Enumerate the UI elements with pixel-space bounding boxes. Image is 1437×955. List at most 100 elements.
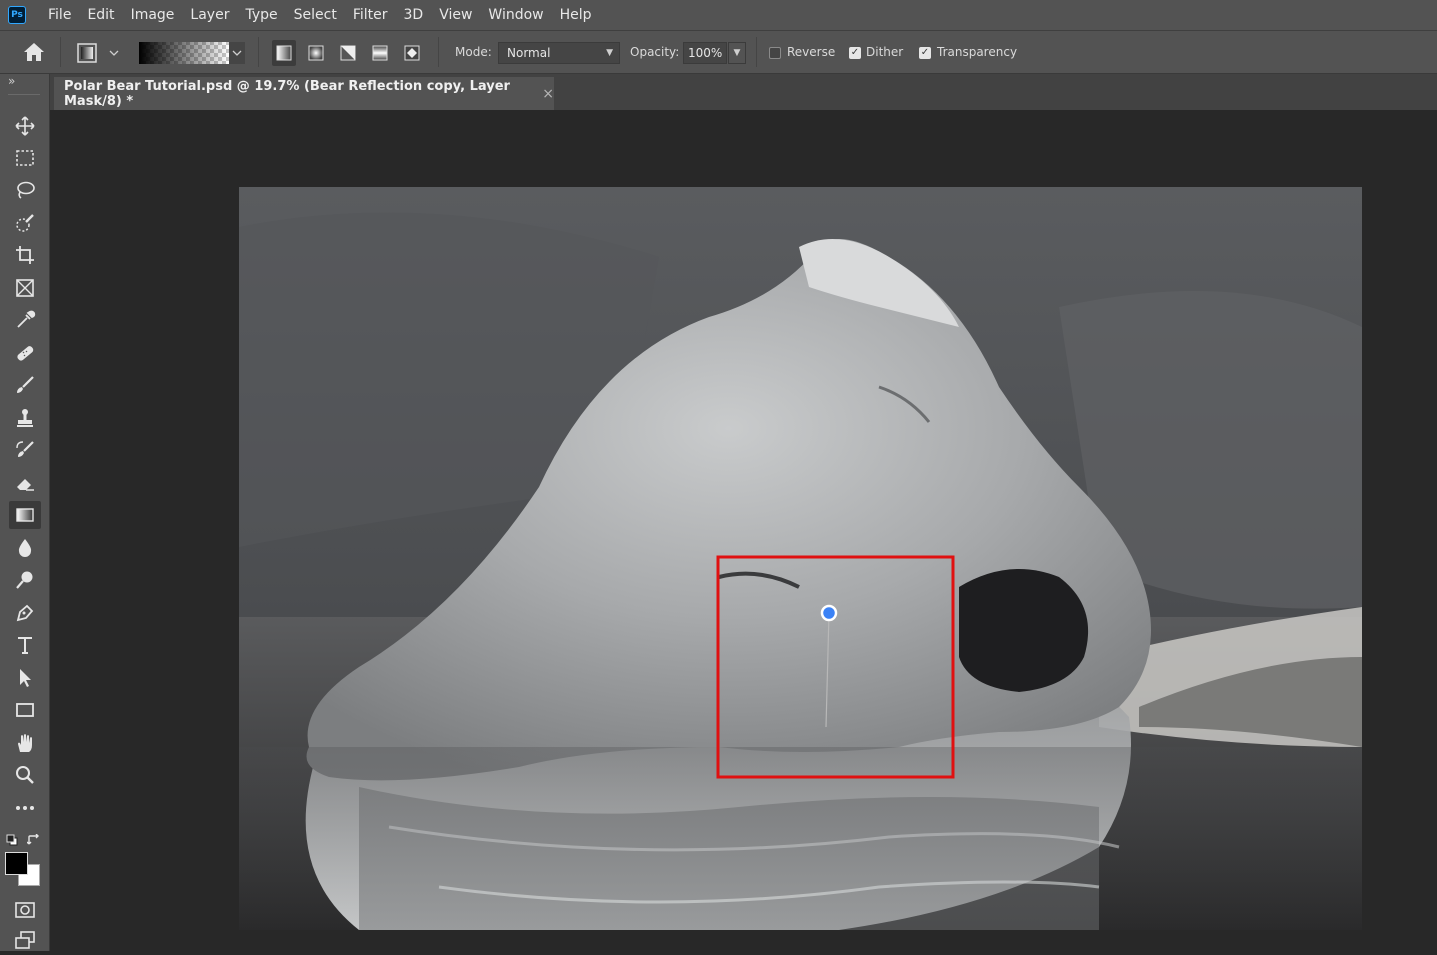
zoom-icon xyxy=(16,766,34,784)
menu-select[interactable]: Select xyxy=(286,0,345,30)
type-tool[interactable] xyxy=(9,631,41,659)
menu-bar: Ps File Edit Image Layer Type Select Fil… xyxy=(0,0,1437,30)
document-tab-bar: Polar Bear Tutorial.psd @ 19.7% (Bear Re… xyxy=(50,74,1437,110)
eraser-tool[interactable] xyxy=(9,469,41,497)
path-selection-icon xyxy=(20,669,31,687)
menu-layer[interactable]: Layer xyxy=(182,0,237,30)
healing-brush-tool[interactable] xyxy=(9,339,41,367)
photoshop-logo: Ps xyxy=(8,6,26,24)
opacity-label: Opacity: xyxy=(630,45,680,59)
mode-select[interactable]: Normal ▼ xyxy=(498,42,620,64)
menu-filter[interactable]: Filter xyxy=(345,0,396,30)
default-colors-icon xyxy=(6,834,18,846)
chevron-down-icon: ▼ xyxy=(733,48,741,58)
quick-selection-tool[interactable] xyxy=(9,209,41,237)
reflected-gradient-button[interactable] xyxy=(368,40,392,66)
checkmark-icon: ✓ xyxy=(920,47,930,58)
default-colors-button[interactable] xyxy=(6,831,18,846)
crop-icon xyxy=(16,246,34,264)
options-bar: Mode: Normal ▼ Opacity: 100% ▼ Reverse ✓ … xyxy=(0,30,1437,74)
home-button[interactable] xyxy=(22,41,48,65)
dither-label: Dither xyxy=(866,45,904,59)
transparency-checkbox[interactable]: ✓ xyxy=(919,47,931,59)
dither-checkbox[interactable]: ✓ xyxy=(849,47,861,59)
gradient-tool[interactable] xyxy=(9,501,41,529)
lasso-tool[interactable] xyxy=(9,176,41,204)
checkmark-icon: ✓ xyxy=(850,47,860,58)
diamond-gradient-icon xyxy=(404,45,420,61)
menu-view[interactable]: View xyxy=(431,0,480,30)
tools-panel: » xyxy=(0,74,50,951)
mode-label: Mode: xyxy=(455,45,492,59)
foreground-color-swatch[interactable] xyxy=(5,852,28,875)
foreground-color-fill xyxy=(6,853,27,874)
reverse-label: Reverse xyxy=(787,45,836,59)
menu-3d[interactable]: 3D xyxy=(396,0,432,30)
history-brush-tool[interactable] xyxy=(9,436,41,464)
dodge-tool[interactable] xyxy=(9,566,41,594)
reverse-checkbox[interactable] xyxy=(769,47,781,59)
panel-grip xyxy=(8,94,40,95)
linear-gradient-icon xyxy=(276,45,292,61)
history-brush-icon xyxy=(16,441,34,457)
gradient-start-handle[interactable] xyxy=(820,604,838,622)
screen-mode-icon xyxy=(15,931,35,949)
quick-selection-icon xyxy=(16,214,34,232)
gradient-picker[interactable] xyxy=(138,41,246,65)
healing-brush-icon xyxy=(17,346,34,361)
marquee-tool[interactable] xyxy=(9,144,41,172)
radial-gradient-icon xyxy=(308,45,324,61)
document-canvas[interactable] xyxy=(239,187,1362,930)
chevron-down-icon: ▼ xyxy=(606,48,613,58)
move-icon xyxy=(15,116,35,136)
stamp-icon xyxy=(17,409,33,427)
diamond-gradient-button[interactable] xyxy=(400,40,424,66)
gradient-icon xyxy=(16,508,34,522)
brush-icon xyxy=(17,376,34,393)
menu-type[interactable]: Type xyxy=(237,0,285,30)
rectangle-icon xyxy=(16,703,34,717)
pen-tool[interactable] xyxy=(9,599,41,627)
frame-tool[interactable] xyxy=(9,274,41,302)
canvas-area[interactable] xyxy=(50,110,1437,951)
home-icon xyxy=(24,43,44,61)
angle-gradient-button[interactable] xyxy=(336,40,360,66)
rectangle-tool[interactable] xyxy=(9,696,41,724)
separator xyxy=(258,37,259,67)
clone-stamp-tool[interactable] xyxy=(9,404,41,432)
swap-colors-button[interactable] xyxy=(26,831,41,845)
more-tools-icon xyxy=(16,806,34,810)
crop-tool[interactable] xyxy=(9,241,41,269)
menu-window[interactable]: Window xyxy=(480,0,551,30)
opacity-input[interactable]: 100% xyxy=(683,42,727,64)
blur-tool[interactable] xyxy=(9,534,41,562)
marquee-icon xyxy=(16,150,34,166)
separator xyxy=(756,37,757,67)
zoom-tool[interactable] xyxy=(9,761,41,789)
menu-help[interactable]: Help xyxy=(552,0,600,30)
eyedropper-tool[interactable] xyxy=(9,306,41,334)
path-selection-tool[interactable] xyxy=(9,664,41,692)
move-tool[interactable] xyxy=(9,112,41,140)
gradient-preset-icon xyxy=(77,43,119,63)
quick-mask-button[interactable] xyxy=(9,896,41,924)
menu-file[interactable]: File xyxy=(40,0,79,30)
tool-preset-picker[interactable] xyxy=(76,42,122,64)
radial-gradient-button[interactable] xyxy=(304,40,328,66)
hand-tool[interactable] xyxy=(9,729,41,757)
polar-bear-photo xyxy=(239,187,1362,930)
expand-panel-button[interactable]: » xyxy=(8,74,15,88)
reflected-gradient-icon xyxy=(372,45,388,61)
close-icon[interactable]: × xyxy=(542,86,554,102)
eraser-icon xyxy=(17,479,34,491)
menu-edit[interactable]: Edit xyxy=(79,0,122,30)
quick-mask-icon xyxy=(15,902,35,918)
more-tools-button[interactable] xyxy=(9,794,41,822)
document-tab[interactable]: Polar Bear Tutorial.psd @ 19.7% (Bear Re… xyxy=(54,77,554,110)
menu-image[interactable]: Image xyxy=(123,0,183,30)
brush-tool[interactable] xyxy=(9,371,41,399)
separator xyxy=(60,37,61,67)
linear-gradient-button[interactable] xyxy=(272,40,296,66)
gradient-swatch-icon xyxy=(139,42,245,64)
opacity-dropdown-button[interactable]: ▼ xyxy=(728,42,746,64)
